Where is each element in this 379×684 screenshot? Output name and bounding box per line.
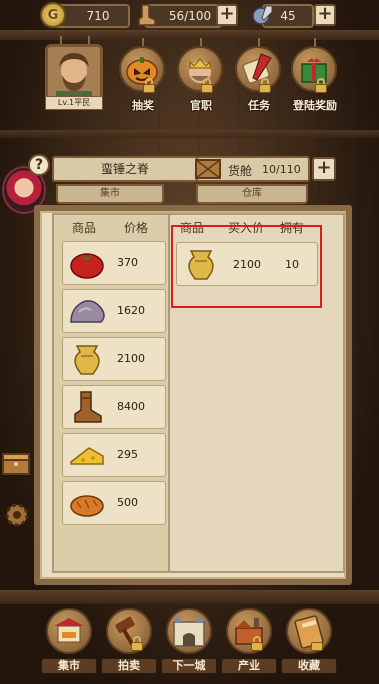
nav-auction-button[interactable]	[106, 608, 152, 654]
tab-market-label: 集市	[100, 188, 120, 199]
castle-gate-icon	[173, 616, 205, 647]
add-stamina-button[interactable]: +	[216, 4, 238, 26]
lock-icon	[130, 636, 144, 651]
ceiling-beam	[0, 30, 379, 40]
location-board: 蛮锤之脊	[52, 156, 198, 182]
coin-value: 710	[86, 9, 110, 23]
market-stall-icon	[54, 618, 84, 643]
nav-collection-label: 收藏	[281, 658, 337, 674]
tomato-icon	[70, 253, 104, 279]
golden-vase-icon	[74, 345, 100, 375]
nav-collection-button[interactable]	[286, 608, 332, 654]
login-reward-label: 登陆奖励	[293, 99, 337, 112]
nav-next-city-label: 下一城	[161, 658, 217, 674]
market-item-header: 商品	[72, 221, 97, 235]
tab-warehouse-label: 仓库	[242, 188, 262, 199]
nav-industry-button[interactable]	[226, 608, 272, 654]
market-row-vase[interactable]: 2100	[62, 337, 166, 381]
lock-icon	[250, 636, 264, 651]
boot-icon	[74, 391, 102, 423]
floor-beam	[0, 590, 379, 604]
lock-icon	[258, 78, 272, 93]
tab-market[interactable]: 集市	[56, 184, 164, 204]
highlight-box	[171, 225, 322, 308]
market-row-stone[interactable]: 1620	[62, 289, 166, 333]
quest-label: 任务	[248, 99, 270, 112]
nav-market-button[interactable]	[46, 608, 92, 654]
cargo-value: 10/110	[262, 163, 301, 176]
bearded-man-icon	[48, 47, 100, 103]
treasure-chest-icon[interactable]	[0, 446, 34, 480]
nav-next-city-button[interactable]	[166, 608, 212, 654]
market-price: 295	[117, 448, 138, 461]
market-row-tomato[interactable]: 370	[62, 241, 166, 285]
official-rank-label: 官职	[190, 99, 212, 112]
cargo-label: 货舱	[228, 164, 253, 178]
player-level-title: Lv.1平民	[45, 96, 103, 110]
lock-icon	[314, 78, 328, 93]
market-row-cheese[interactable]: 295	[62, 433, 166, 477]
nav-auction-label: 拍卖	[101, 658, 157, 674]
bread-icon	[70, 495, 104, 517]
market-row-boot[interactable]: 8400	[62, 385, 166, 429]
lottery-label: 抽奖	[132, 99, 154, 112]
sword-shield-icon	[250, 2, 276, 28]
potion-value: 45	[280, 9, 296, 23]
add-potion-button[interactable]: +	[314, 4, 336, 26]
market-price: 2100	[117, 352, 145, 365]
ceiling-beam	[0, 130, 379, 138]
market-price: 8400	[117, 400, 145, 413]
nav-industry-label: 产业	[221, 658, 277, 674]
stone-icon	[70, 300, 105, 323]
resource-bar: 710 G 56/100 + 45 +	[0, 2, 379, 30]
expand-cargo-button[interactable]: +	[312, 157, 336, 181]
market-price-header: 价格	[124, 221, 149, 235]
boot-icon	[134, 2, 160, 28]
market-price: 1620	[117, 304, 145, 317]
settings-gear-icon[interactable]	[0, 498, 34, 532]
cargo-board: 货舱 10/110	[195, 156, 310, 182]
market-price: 500	[117, 496, 138, 509]
lock-icon	[142, 78, 156, 93]
tab-warehouse[interactable]: 仓库	[196, 184, 308, 204]
lock-icon	[310, 636, 324, 651]
location-name: 蛮锤之脊	[100, 162, 149, 176]
market-price: 370	[117, 256, 138, 269]
coin-icon: G	[40, 2, 66, 28]
nav-market-label: 集市	[41, 658, 97, 674]
help-button[interactable]: ?	[28, 154, 50, 176]
crate-icon	[195, 159, 221, 179]
market-row-bread[interactable]: 500	[62, 481, 166, 525]
cheese-icon	[70, 447, 104, 465]
stamina-value: 56/100	[168, 9, 212, 23]
lock-icon	[200, 78, 214, 93]
